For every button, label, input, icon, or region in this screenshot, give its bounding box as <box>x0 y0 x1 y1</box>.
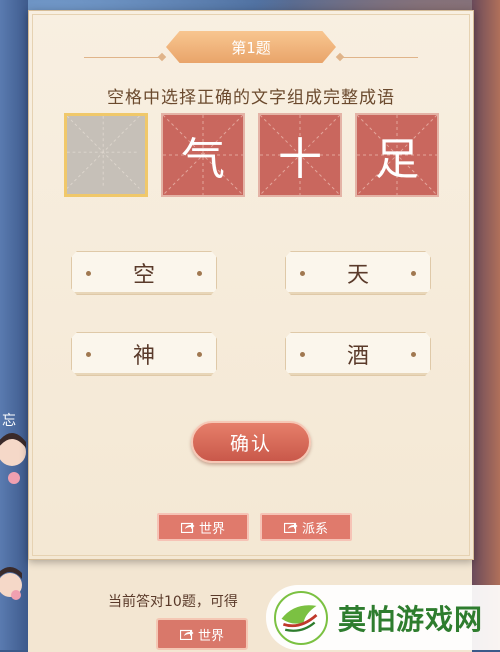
underlay-world-share-button[interactable]: 世界 <box>156 618 248 650</box>
idiom-char-2: 气 <box>181 134 225 185</box>
option-label: 空 <box>132 263 155 288</box>
question-number-banner: 第1题 <box>166 31 336 63</box>
character-avatar-2 <box>0 567 22 600</box>
underlay-world-label: 世界 <box>197 628 224 644</box>
quiz-dialog: 第1题 空格中选择正确的文字组成完整成语 气 十 足 空 天 神 酒 确认 世界… <box>28 10 474 560</box>
idiom-tile-3: 十 <box>258 113 342 197</box>
share-world-button[interactable]: 世界 <box>157 513 249 541</box>
share-icon <box>283 522 298 533</box>
option-button-3[interactable]: 神 <box>71 332 217 376</box>
confirm-button[interactable]: 确认 <box>191 421 311 463</box>
question-instruction: 空格中选择正确的文字组成完整成语 <box>107 88 395 108</box>
idiom-tile-2: 气 <box>161 113 245 197</box>
option-button-2[interactable]: 天 <box>285 251 431 295</box>
banner-line-left <box>84 57 159 58</box>
share-faction-button[interactable]: 派系 <box>260 513 352 541</box>
background-right-edge <box>472 0 500 650</box>
grid-lines <box>67 116 140 189</box>
question-number: 第1题 <box>231 38 271 57</box>
idiom-char-3: 十 <box>278 134 322 185</box>
share-icon <box>179 629 194 640</box>
banner-line-right <box>343 57 418 58</box>
watermark-logo <box>274 590 328 645</box>
option-button-4[interactable]: 酒 <box>285 332 431 376</box>
banner-ornament-left <box>157 52 167 62</box>
watermark-text: 莫怕游戏网 <box>338 602 484 636</box>
underlay-progress-text: 当前答对10题，可得 <box>108 594 238 610</box>
option-label: 酒 <box>346 344 369 369</box>
share-icon <box>180 522 195 533</box>
banner-ornament-right <box>335 52 345 62</box>
site-watermark: 莫怕游戏网 <box>266 585 500 650</box>
side-label: 忘 <box>2 413 16 429</box>
option-label: 天 <box>346 263 369 288</box>
share-world-label: 世界 <box>198 521 225 537</box>
option-button-1[interactable]: 空 <box>71 251 217 295</box>
option-label: 神 <box>132 344 155 369</box>
idiom-tile-4: 足 <box>355 113 439 197</box>
idiom-blank-slot[interactable] <box>64 113 148 197</box>
background-left-edge <box>0 0 28 650</box>
character-avatar <box>0 433 26 484</box>
share-faction-label: 派系 <box>301 521 328 537</box>
idiom-char-4: 足 <box>375 134 419 185</box>
